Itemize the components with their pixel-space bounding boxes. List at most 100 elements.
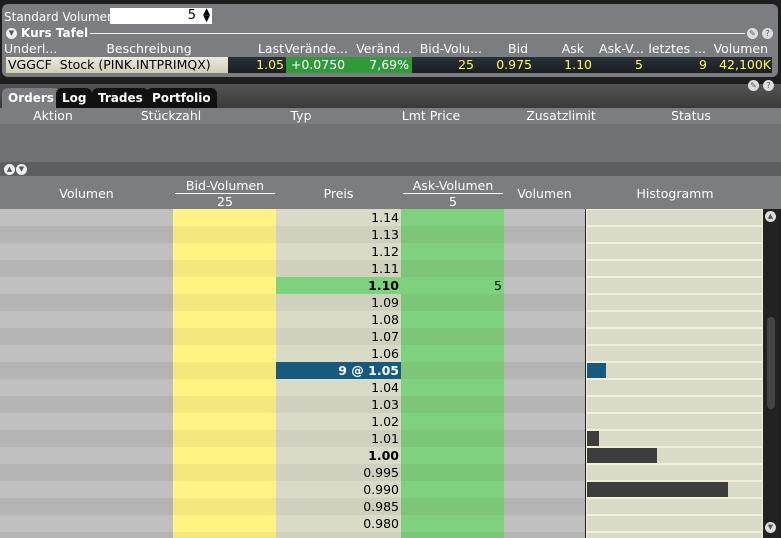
- volume-left-cell: [0, 396, 173, 413]
- volume-right-cell: [504, 209, 585, 226]
- depth-row[interactable]: 0.985: [0, 498, 763, 515]
- volume-left-cell: [0, 515, 173, 532]
- wrench-icon[interactable]: ✎: [747, 28, 758, 39]
- depth-row[interactable]: 1.06: [0, 345, 763, 362]
- depth-row[interactable]: 0.995: [0, 464, 763, 481]
- depth-row[interactable]: 1.10 5: [0, 277, 763, 294]
- volume-right-cell: [504, 396, 585, 413]
- quote-symbol-desc: VGGCF Stock (PINK.INTPRIMQX): [6, 57, 228, 73]
- quote-col-header[interactable]: Veränd...: [348, 41, 412, 57]
- help-icon[interactable]: ?: [763, 80, 774, 91]
- depth-row[interactable]: 1.09: [0, 294, 763, 311]
- depth-row[interactable]: 1.13: [0, 226, 763, 243]
- quote-col-header[interactable]: Ask-V...: [584, 41, 644, 57]
- scroll-thumb[interactable]: [767, 317, 775, 409]
- quote-col-header[interactable]: Beschreibung: [74, 41, 224, 57]
- std-volume-input[interactable]: 5 ▲ ▼: [110, 8, 212, 24]
- quote-col-header[interactable]: Verände...: [284, 41, 348, 57]
- bid-volume-cell: [173, 277, 276, 294]
- scroll-up-icon[interactable]: ▲: [765, 211, 776, 222]
- quote-col-header[interactable]: Last: [224, 41, 284, 57]
- depth-row[interactable]: 1.00: [0, 447, 763, 464]
- depth-row[interactable]: 1.03: [0, 396, 763, 413]
- description: Stock (PINK.INTPRIMQX): [59, 57, 211, 72]
- depth-row[interactable]: 1.01: [0, 430, 763, 447]
- volume-left-cell: [0, 379, 173, 396]
- bid-volume-cell: [173, 464, 276, 481]
- histogram-cell: [586, 413, 763, 430]
- quote-col-header[interactable]: Underl...: [4, 41, 74, 57]
- ask-volume-cell: [401, 209, 504, 226]
- histogram-cell: [586, 226, 763, 243]
- bid-volume-cell: [173, 345, 276, 362]
- histogram-cell: [586, 481, 763, 498]
- ask-volume-cell: [401, 328, 504, 345]
- quote-col-header[interactable]: Volumen: [706, 41, 768, 57]
- orders-col-header[interactable]: Stückzahl: [106, 108, 236, 124]
- depth-row[interactable]: 1.07: [0, 328, 763, 345]
- tab-portfolio[interactable]: Portfolio: [146, 88, 217, 108]
- wrench-icon[interactable]: ✎: [748, 80, 759, 91]
- volume-right-cell: [504, 362, 585, 379]
- help-icon[interactable]: ?: [762, 28, 773, 39]
- price-cell: 1.13: [276, 226, 401, 243]
- orders-col-header[interactable]: Lmt Price: [366, 108, 496, 124]
- depth-row[interactable]: 1.02: [0, 413, 763, 430]
- splitter[interactable]: ▲ ▼: [0, 162, 781, 176]
- quote-col-header[interactable]: Bid: [482, 41, 528, 57]
- orders-col-header[interactable]: Zusatzlimit: [496, 108, 626, 124]
- tab-log[interactable]: Log: [56, 88, 93, 108]
- quote-col-header[interactable]: Ask: [528, 41, 584, 57]
- histogram-cell: [586, 260, 763, 277]
- histogram-bar: [587, 482, 728, 497]
- histogram-cell: [586, 430, 763, 447]
- volume-left-cell: [0, 209, 173, 226]
- volume-right-cell: [504, 413, 585, 430]
- volume-left-cell: [0, 294, 173, 311]
- orders-col-header[interactable]: Status: [626, 108, 756, 124]
- tab-orders[interactable]: Orders: [2, 88, 60, 108]
- price-cell: 9 @ 1.05: [276, 362, 401, 379]
- kurs-tafel-header[interactable]: ▼ Kurs Tafel: [6, 26, 88, 40]
- quote-row[interactable]: VGGCF Stock (PINK.INTPRIMQX) 1.05 +0.075…: [6, 57, 772, 73]
- volume-right-cell: [504, 481, 585, 498]
- histogram-cell: [586, 396, 763, 413]
- volume-right-cell: [504, 447, 585, 464]
- depth-row[interactable]: 0.990: [0, 481, 763, 498]
- tab-trades[interactable]: Trades: [92, 88, 149, 108]
- ask-volume-cell: [401, 345, 504, 362]
- orders-col-header[interactable]: Aktion: [0, 108, 106, 124]
- volume-right-cell: [504, 515, 585, 532]
- depth-row[interactable]: 1.04: [0, 379, 763, 396]
- quote-col-header[interactable]: Bid-Volu...: [412, 41, 482, 57]
- price-cell: 0.990: [276, 481, 401, 498]
- ask-volume-cell: [401, 515, 504, 532]
- volume: 42,100K: [719, 57, 771, 72]
- scroll-down-icon[interactable]: ▼: [765, 522, 776, 533]
- histogram-cell: [586, 362, 763, 379]
- bid-volume-cell: [173, 447, 276, 464]
- depth-row[interactable]: 1.11: [0, 260, 763, 277]
- depth-row[interactable]: 1.08: [0, 311, 763, 328]
- ask-volume-cell: [401, 294, 504, 311]
- volume-right-cell: [504, 464, 585, 481]
- histogram-bar: [587, 431, 600, 446]
- orders-col-header[interactable]: Typ: [236, 108, 366, 124]
- scrollbar[interactable]: ▲ ▼: [763, 209, 779, 538]
- quote-col-header[interactable]: letztes ...: [644, 41, 706, 57]
- depth-row[interactable]: 0.980: [0, 515, 763, 532]
- depth-row[interactable]: [0, 532, 763, 538]
- spinner-icon[interactable]: ▲ ▼: [203, 8, 210, 24]
- price-cell: 1.01: [276, 430, 401, 447]
- bid-volume-cell: [173, 498, 276, 515]
- ask-volume-total: 5: [449, 194, 457, 209]
- price-cell: 1.06: [276, 345, 401, 362]
- ask-volume-cell: [401, 379, 504, 396]
- arrow-down-icon[interactable]: ▼: [16, 164, 27, 175]
- arrow-up-icon[interactable]: ▲: [4, 164, 15, 175]
- depth-row[interactable]: 9 @ 1.05: [0, 362, 763, 379]
- price-cell: 1.10: [276, 277, 401, 294]
- collapse-icon[interactable]: ▼: [6, 27, 17, 39]
- depth-row[interactable]: 1.14: [0, 209, 763, 226]
- depth-row[interactable]: 1.12: [0, 243, 763, 260]
